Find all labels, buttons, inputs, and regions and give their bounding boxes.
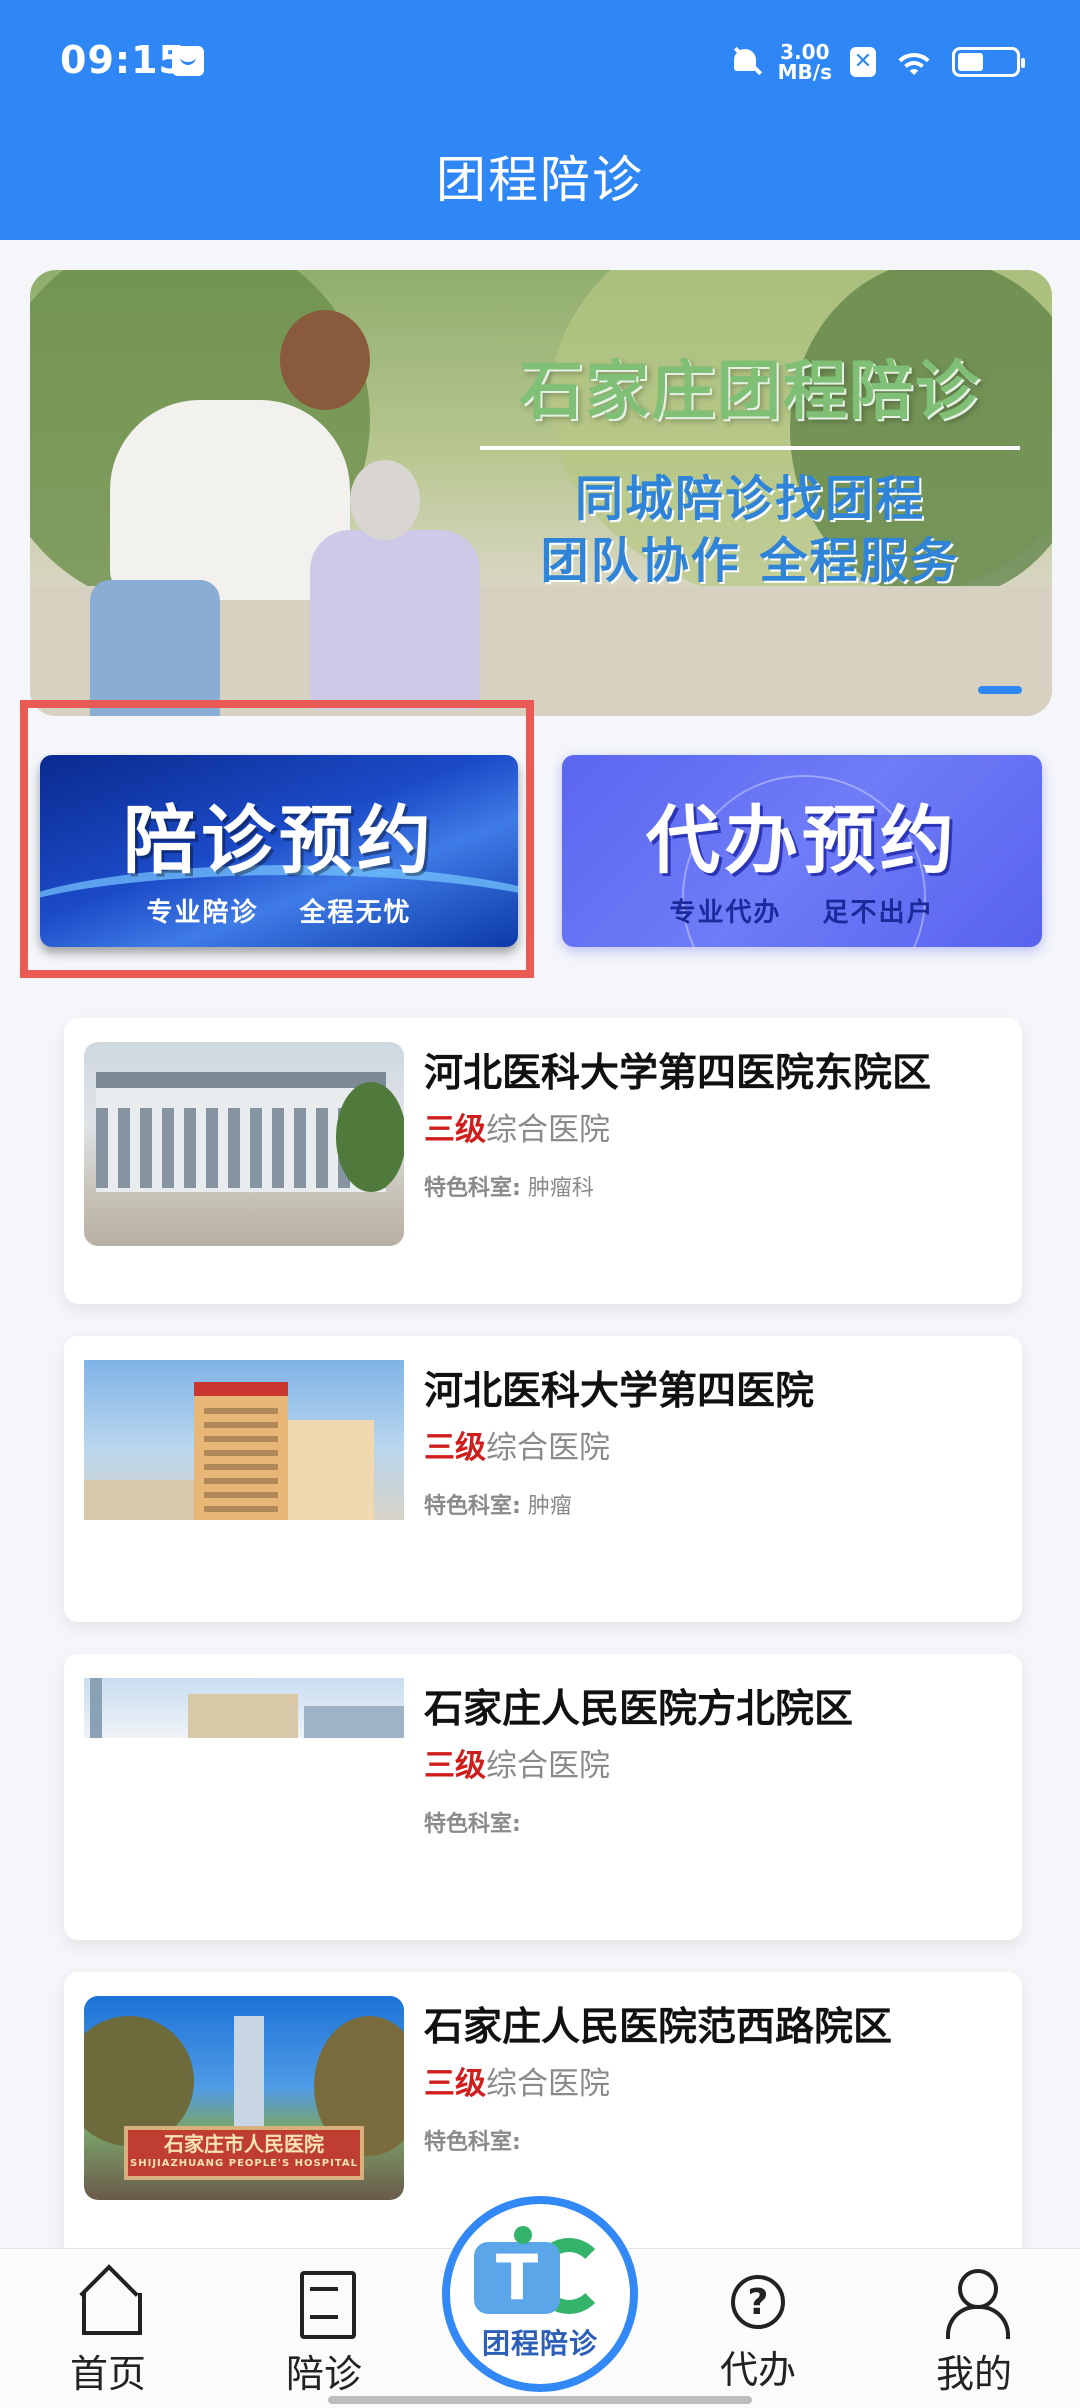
- x-app-icon: ✕: [850, 47, 876, 77]
- network-speed: 3.00 MB/s: [778, 42, 832, 82]
- hospital-photo: [84, 1678, 404, 1738]
- hospital-photo: [84, 1360, 404, 1520]
- hospital-name: 河北医科大学第四医院东院区: [424, 1051, 932, 1096]
- app-logo-icon: T: [474, 2226, 606, 2326]
- hospital-type: 综合医院: [486, 1430, 610, 1466]
- banner-text: 石家庄团程陪诊 同城陪诊找团程 团队协作 全程服务: [470, 340, 1030, 592]
- battery-level: [958, 53, 984, 71]
- hospital-level-row: 三级综合医院: [424, 1740, 610, 1785]
- document-icon: [292, 2269, 356, 2339]
- center-logo-button[interactable]: T 团程陪诊: [442, 2196, 638, 2392]
- nav-escort-label: 陪诊: [285, 2352, 362, 2396]
- status-icons: 3.00 MB/s ✕: [730, 40, 1025, 84]
- hospital-dept-row: 特色科室:: [424, 1806, 521, 1838]
- hospital-type: 综合医院: [486, 2066, 610, 2102]
- hospital-name: 河北医科大学第四医院: [424, 1369, 815, 1414]
- hospital-dept-label: 特色科室:: [424, 1812, 521, 1837]
- hospital-photo: 石家庄市人民医院 SHIJIAZHUANG PEOPLE'S HOSPITAL: [84, 1996, 404, 2200]
- hospital-photo: [84, 1042, 404, 1246]
- banner-slogan-2: 团队协作 全程服务: [540, 533, 960, 589]
- status-bar: 09:15 3.00 MB/s ✕: [0, 0, 1080, 128]
- banner-slogan-1: 同城陪诊找团程: [574, 471, 925, 527]
- hospital-type: 综合医院: [486, 1112, 610, 1148]
- nav-home-label: 首页: [69, 2352, 146, 2396]
- center-logo-text: 团程陪诊: [481, 2327, 598, 2360]
- agent-booking-title: 代办预约: [646, 798, 958, 884]
- hospital-card[interactable]: 河北医科大学第四医院 三级综合医院 特色科室: 肿瘤: [64, 1336, 1022, 1622]
- hospital-level: 三级: [424, 1748, 486, 1784]
- hospital-photo-sign-cn: 石家庄市人民医院: [164, 2132, 324, 2156]
- hospital-level-row: 三级综合医院: [424, 2058, 610, 2103]
- page-title: 团程陪诊: [436, 151, 644, 209]
- user-icon: [942, 2269, 1010, 2339]
- hospital-card[interactable]: 石家庄人民医院方北院区 三级综合医院 特色科室:: [64, 1654, 1022, 1940]
- nav-agent-label: 代办: [719, 2348, 796, 2392]
- help-circle-icon: ?: [731, 2275, 785, 2329]
- hospital-photo-sign-en: SHIJIAZHUANG PEOPLE'S HOSPITAL: [130, 2158, 358, 2169]
- hospital-dept-row: 特色科室: 肿瘤科: [424, 1170, 594, 1202]
- hospital-level-row: 三级综合医院: [424, 1104, 610, 1149]
- home-indicator-bar[interactable]: [328, 2396, 752, 2404]
- escort-booking-subtitle: 专业陪诊 全程无忧: [146, 898, 412, 928]
- agent-booking-button[interactable]: 代办预约 专业代办 足不出户: [562, 755, 1042, 947]
- hospital-dept-label: 特色科室:: [424, 1176, 521, 1201]
- hospital-level: 三级: [424, 1430, 486, 1466]
- hospital-level: 三级: [424, 1112, 486, 1148]
- battery-icon: [952, 47, 1025, 77]
- hospital-dept-label: 特色科室:: [424, 2130, 521, 2155]
- banner-divider: [480, 446, 1020, 450]
- logo-letter: T: [474, 2242, 560, 2314]
- hospital-dept-row: 特色科室: 肿瘤: [424, 1488, 572, 1520]
- hospital-type: 综合医院: [486, 1748, 610, 1784]
- hospital-dept-row: 特色科室:: [424, 2124, 521, 2156]
- hospital-dept: 肿瘤: [527, 1494, 572, 1519]
- hospital-name: 石家庄人民医院方北院区: [424, 1687, 854, 1732]
- hospital-card[interactable]: 河北医科大学第四医院东院区 三级综合医院 特色科室: 肿瘤科: [64, 1018, 1022, 1304]
- hospital-name: 石家庄人民医院范西路院区: [424, 2005, 893, 2050]
- hospital-dept-label: 特色科室:: [424, 1494, 521, 1519]
- banner-elder-wheelchair-figure: [290, 460, 490, 710]
- hospital-photo-sign: 石家庄市人民医院 SHIJIAZHUANG PEOPLE'S HOSPITAL: [124, 2126, 364, 2180]
- agent-booking-subtitle: 专业代办 足不出户: [669, 898, 935, 928]
- hospital-level: 三级: [424, 2066, 486, 2102]
- promo-banner[interactable]: 石家庄团程陪诊 同城陪诊找团程 团队协作 全程服务: [30, 270, 1052, 716]
- nav-agent[interactable]: ? 代办: [698, 2269, 818, 2394]
- mute-bell-icon: [730, 45, 760, 79]
- escort-booking-title: 陪诊预约: [123, 798, 435, 884]
- app-header: 09:15 3.00 MB/s ✕ 团程陪诊: [0, 0, 1080, 240]
- wifi-icon: [894, 47, 934, 77]
- nav-mine[interactable]: 我的: [914, 2269, 1034, 2398]
- escort-booking-button[interactable]: 陪诊预约 专业陪诊 全程无忧: [40, 755, 518, 947]
- banner-page-indicator: [978, 686, 1022, 694]
- message-notification-icon: [172, 46, 204, 76]
- hospital-level-row: 三级综合医院: [424, 1422, 610, 1467]
- network-speed-unit: MB/s: [777, 60, 832, 84]
- hospital-dept: 肿瘤科: [527, 1176, 594, 1201]
- nav-home[interactable]: 首页: [48, 2269, 168, 2398]
- nav-escort[interactable]: 陪诊: [264, 2269, 384, 2398]
- status-time: 09:15: [60, 38, 186, 82]
- home-icon: [76, 2269, 142, 2335]
- nav-mine-label: 我的: [935, 2352, 1012, 2396]
- banner-main-title: 石家庄团程陪诊: [519, 355, 981, 429]
